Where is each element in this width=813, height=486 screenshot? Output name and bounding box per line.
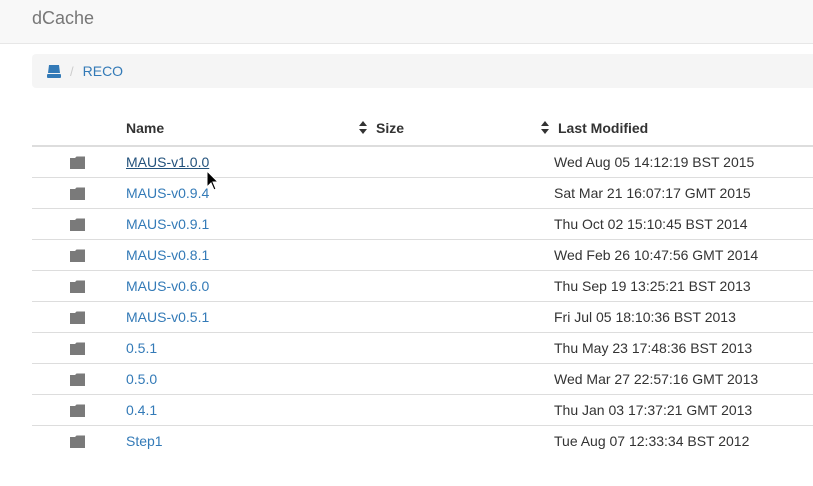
folder-icon-cell — [32, 208, 126, 240]
table-row[interactable]: MAUS-v0.8.1 Wed Feb 26 10:47:56 GMT 2014 — [32, 239, 813, 271]
table-row[interactable]: 0.5.1 Thu May 23 17:48:36 BST 2013 — [32, 332, 813, 364]
folder-icon — [70, 342, 85, 355]
modified-cell: Wed Aug 05 14:12:19 BST 2015 — [554, 146, 813, 178]
modified-cell: Thu Sep 19 13:25:21 BST 2013 — [554, 270, 813, 302]
folder-icon — [70, 249, 85, 262]
folder-link[interactable]: MAUS-v0.6.0 — [126, 278, 209, 294]
modified-date: Thu May 23 17:48:36 BST 2013 — [554, 340, 753, 356]
folder-icon — [70, 280, 85, 293]
name-cell: 0.5.0 — [126, 363, 376, 395]
table-row[interactable]: MAUS-v0.6.0 Thu Sep 19 13:25:21 BST 2013 — [32, 270, 813, 302]
sort-icon[interactable] — [358, 120, 368, 135]
size-cell — [376, 239, 558, 271]
header-modified[interactable]: Last Modified — [558, 110, 813, 147]
modified-cell: Sat Mar 21 16:07:17 GMT 2015 — [554, 177, 813, 209]
modified-cell: Thu Jan 03 17:37:21 GMT 2013 — [554, 394, 813, 426]
folder-icon — [70, 187, 85, 200]
header-modified-label: Last Modified — [558, 119, 649, 136]
folder-icon-cell — [32, 363, 126, 395]
header-size[interactable]: Size — [376, 110, 558, 147]
folder-link[interactable]: MAUS-v0.9.1 — [126, 216, 209, 232]
name-cell: MAUS-v0.8.1 — [126, 239, 376, 271]
size-cell — [376, 363, 558, 395]
folder-link[interactable]: 0.4.1 — [126, 402, 157, 418]
name-cell: MAUS-v0.5.1 — [126, 301, 376, 333]
folder-icon-cell — [32, 425, 126, 456]
drive-icon[interactable] — [47, 64, 61, 78]
breadcrumb: / RECO — [32, 54, 813, 88]
header-icon-col — [32, 110, 126, 147]
modified-date: Wed Mar 27 22:57:16 GMT 2013 — [554, 371, 759, 387]
modified-date: Wed Aug 05 14:12:19 BST 2015 — [554, 154, 755, 170]
folder-icon — [70, 435, 85, 448]
folder-icon-cell — [32, 270, 126, 302]
name-cell: 0.4.1 — [126, 394, 376, 426]
name-cell: MAUS-v0.9.1 — [126, 208, 376, 240]
table-row[interactable]: MAUS-v0.5.1 Fri Jul 05 18:10:36 BST 2013 — [32, 301, 813, 333]
folder-icon — [70, 218, 85, 231]
folder-icon — [70, 156, 85, 169]
table-row[interactable]: 0.4.1 Thu Jan 03 17:37:21 GMT 2013 — [32, 394, 813, 426]
folder-link[interactable]: MAUS-v0.9.4 — [126, 185, 209, 201]
brand-title[interactable]: dCache — [32, 8, 94, 29]
folder-link[interactable]: 0.5.1 — [126, 340, 157, 356]
folder-link[interactable]: MAUS-v0.8.1 — [126, 247, 209, 263]
header-name-label: Name — [126, 119, 165, 136]
table-row[interactable]: MAUS-v1.0.0 Wed Aug 05 14:12:19 BST 2015 — [32, 146, 813, 178]
modified-cell: Wed Feb 26 10:47:56 GMT 2014 — [554, 239, 813, 271]
modified-cell: Thu Oct 02 15:10:45 BST 2014 — [554, 208, 813, 240]
size-cell — [376, 301, 558, 333]
header-name[interactable]: Name — [126, 110, 376, 147]
size-cell — [376, 394, 558, 426]
folder-icon — [70, 404, 85, 417]
size-cell — [376, 270, 558, 302]
folder-icon-cell — [32, 301, 126, 333]
file-table: Name Size Last Modified MAUS-v1.0.0 Wed A… — [32, 110, 813, 456]
modified-date: Thu Oct 02 15:10:45 BST 2014 — [554, 216, 748, 232]
folder-icon — [70, 373, 85, 386]
table-row[interactable]: 0.5.0 Wed Mar 27 22:57:16 GMT 2013 — [32, 363, 813, 395]
name-cell: MAUS-v0.9.4 — [126, 177, 376, 209]
modified-date: Sat Mar 21 16:07:17 GMT 2015 — [554, 185, 751, 201]
size-cell — [376, 146, 558, 178]
modified-cell: Tue Aug 07 12:33:34 BST 2012 — [554, 425, 813, 456]
folder-link[interactable]: Step1 — [126, 433, 163, 449]
sort-icon[interactable] — [540, 120, 550, 135]
table-row[interactable]: MAUS-v0.9.1 Thu Oct 02 15:10:45 BST 2014 — [32, 208, 813, 240]
breadcrumb-separator: / — [70, 63, 74, 79]
size-cell — [376, 208, 558, 240]
modified-date: Thu Sep 19 13:25:21 BST 2013 — [554, 278, 751, 294]
table-header-row: Name Size Last Modified — [32, 110, 813, 147]
size-cell — [376, 177, 558, 209]
modified-cell: Wed Mar 27 22:57:16 GMT 2013 — [554, 363, 813, 395]
folder-icon-cell — [32, 239, 126, 271]
header-size-label: Size — [376, 119, 405, 136]
name-cell: 0.5.1 — [126, 332, 376, 364]
navbar: dCache — [0, 0, 813, 44]
table-row[interactable]: Step1 Tue Aug 07 12:33:34 BST 2012 — [32, 425, 813, 456]
folder-icon-cell — [32, 332, 126, 364]
name-cell: MAUS-v0.6.0 — [126, 270, 376, 302]
folder-link[interactable]: 0.5.0 — [126, 371, 157, 387]
modified-cell: Fri Jul 05 18:10:36 BST 2013 — [554, 301, 813, 333]
folder-link[interactable]: MAUS-v1.0.0 — [126, 154, 209, 170]
folder-icon-cell — [32, 394, 126, 426]
folder-link[interactable]: MAUS-v0.5.1 — [126, 309, 209, 325]
folder-icon-cell — [32, 177, 126, 209]
name-cell: Step1 — [126, 425, 376, 456]
modified-date: Wed Feb 26 10:47:56 GMT 2014 — [554, 247, 759, 263]
folder-icon-cell — [32, 146, 126, 178]
modified-date: Thu Jan 03 17:37:21 GMT 2013 — [554, 402, 753, 418]
modified-date: Fri Jul 05 18:10:36 BST 2013 — [554, 309, 736, 325]
folder-icon — [70, 311, 85, 324]
breadcrumb-current[interactable]: RECO — [83, 63, 123, 79]
table-row[interactable]: MAUS-v0.9.4 Sat Mar 21 16:07:17 GMT 2015 — [32, 177, 813, 209]
name-cell: MAUS-v1.0.0 — [126, 146, 376, 178]
size-cell — [376, 332, 558, 364]
modified-cell: Thu May 23 17:48:36 BST 2013 — [554, 332, 813, 364]
size-cell — [376, 425, 558, 456]
mouse-cursor-icon — [206, 170, 220, 191]
modified-date: Tue Aug 07 12:33:34 BST 2012 — [554, 433, 750, 449]
